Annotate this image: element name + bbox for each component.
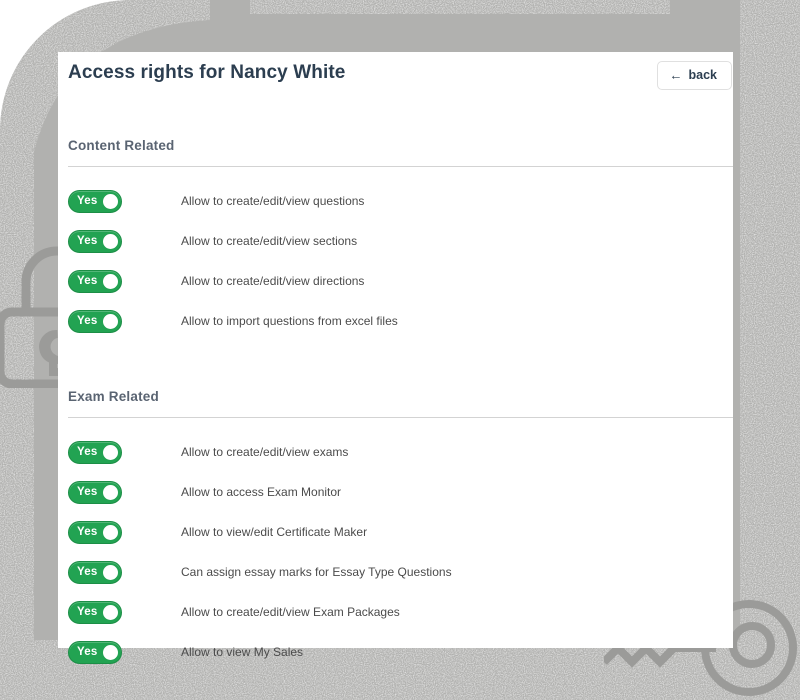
back-button[interactable]: ← back bbox=[656, 61, 732, 90]
permission-label: Allow to access Exam Monitor bbox=[181, 485, 342, 499]
permission-row: Yes Allow to create/edit/view directions bbox=[58, 261, 733, 301]
permission-label: Allow to view My Sales bbox=[181, 645, 304, 659]
permission-label: Allow to import questions from excel fil… bbox=[181, 314, 398, 328]
section-divider bbox=[68, 166, 733, 167]
permission-label: Allow to create/edit/view directions bbox=[181, 274, 365, 288]
toggle-knob bbox=[103, 273, 118, 289]
permission-row: Yes Allow to create/edit/view questions bbox=[58, 181, 733, 221]
toggle-state-label: Yes bbox=[77, 274, 98, 287]
section-title: Content Related bbox=[68, 138, 175, 153]
back-button-label: back bbox=[688, 68, 718, 83]
toggle-knob bbox=[103, 484, 118, 500]
permission-label: Allow to create/edit/view Exam Packages bbox=[181, 605, 400, 619]
toggle-state-label: Yes bbox=[77, 645, 98, 658]
arrow-left-icon: ← bbox=[669, 67, 683, 83]
permission-row: Yes Allow to create/edit/view exams bbox=[58, 432, 733, 472]
permission-toggle[interactable]: Yes bbox=[68, 440, 122, 464]
card-header: Access rights for Nancy White ← back bbox=[58, 52, 733, 122]
permission-label: Allow to create/edit/view sections bbox=[181, 234, 358, 248]
toggle-state-label: Yes bbox=[77, 525, 98, 538]
section-title: Exam Related bbox=[68, 389, 159, 404]
toggle-knob bbox=[103, 233, 118, 249]
section-divider bbox=[68, 417, 733, 418]
toggle-state-label: Yes bbox=[77, 314, 98, 327]
section-exam-related: Exam Related Yes Allow to create/edit/vi… bbox=[58, 389, 733, 672]
permission-toggle[interactable]: Yes bbox=[68, 600, 122, 624]
permission-row: Yes Allow to create/edit/view sections bbox=[58, 221, 733, 261]
toggle-state-label: Yes bbox=[77, 445, 98, 458]
toggle-knob bbox=[103, 313, 118, 329]
permission-toggle[interactable]: Yes bbox=[68, 480, 122, 504]
toggle-state-label: Yes bbox=[77, 194, 98, 207]
toggle-state-label: Yes bbox=[77, 485, 98, 498]
permission-row: Yes Allow to view My Sales bbox=[58, 632, 733, 672]
permission-toggle[interactable]: Yes bbox=[68, 520, 122, 544]
permission-row: Yes Allow to access Exam Monitor bbox=[58, 472, 733, 512]
section-content-related: Content Related Yes Allow to create/edit… bbox=[58, 138, 733, 341]
permission-row: Yes Allow to create/edit/view Exam Packa… bbox=[58, 592, 733, 632]
toggle-knob bbox=[103, 644, 118, 660]
page-title: Access rights for Nancy White bbox=[68, 62, 346, 83]
toggle-knob bbox=[103, 604, 118, 620]
permission-toggle[interactable]: Yes bbox=[68, 269, 122, 293]
permission-toggle[interactable]: Yes bbox=[68, 229, 122, 253]
permission-row: Yes Can assign essay marks for Essay Typ… bbox=[58, 552, 733, 592]
permission-toggle[interactable]: Yes bbox=[68, 189, 122, 213]
permission-label: Allow to view/edit Certificate Maker bbox=[181, 525, 368, 539]
toggle-knob bbox=[103, 564, 118, 580]
toggle-knob bbox=[103, 193, 118, 209]
screen: Access rights for Nancy White ← back Con… bbox=[0, 0, 800, 700]
permission-label: Can assign essay marks for Essay Type Qu… bbox=[181, 565, 452, 579]
access-rights-card: Access rights for Nancy White ← back Con… bbox=[58, 52, 733, 664]
permission-label: Allow to create/edit/view questions bbox=[181, 194, 365, 208]
permission-row: Yes Allow to import questions from excel… bbox=[58, 301, 733, 341]
permission-list: Yes Allow to create/edit/view questions … bbox=[58, 181, 733, 341]
toggle-knob bbox=[103, 444, 118, 460]
permission-toggle[interactable]: Yes bbox=[68, 560, 122, 584]
permission-toggle[interactable]: Yes bbox=[68, 309, 122, 333]
toggle-state-label: Yes bbox=[77, 234, 98, 247]
toggle-state-label: Yes bbox=[77, 605, 98, 618]
toggle-knob bbox=[103, 524, 118, 540]
permission-row: Yes Allow to view/edit Certificate Maker bbox=[58, 512, 733, 552]
toggle-state-label: Yes bbox=[77, 565, 98, 578]
permission-list: Yes Allow to create/edit/view exams Yes … bbox=[58, 432, 733, 672]
permission-label: Allow to create/edit/view exams bbox=[181, 445, 349, 459]
permission-toggle[interactable]: Yes bbox=[68, 640, 122, 664]
